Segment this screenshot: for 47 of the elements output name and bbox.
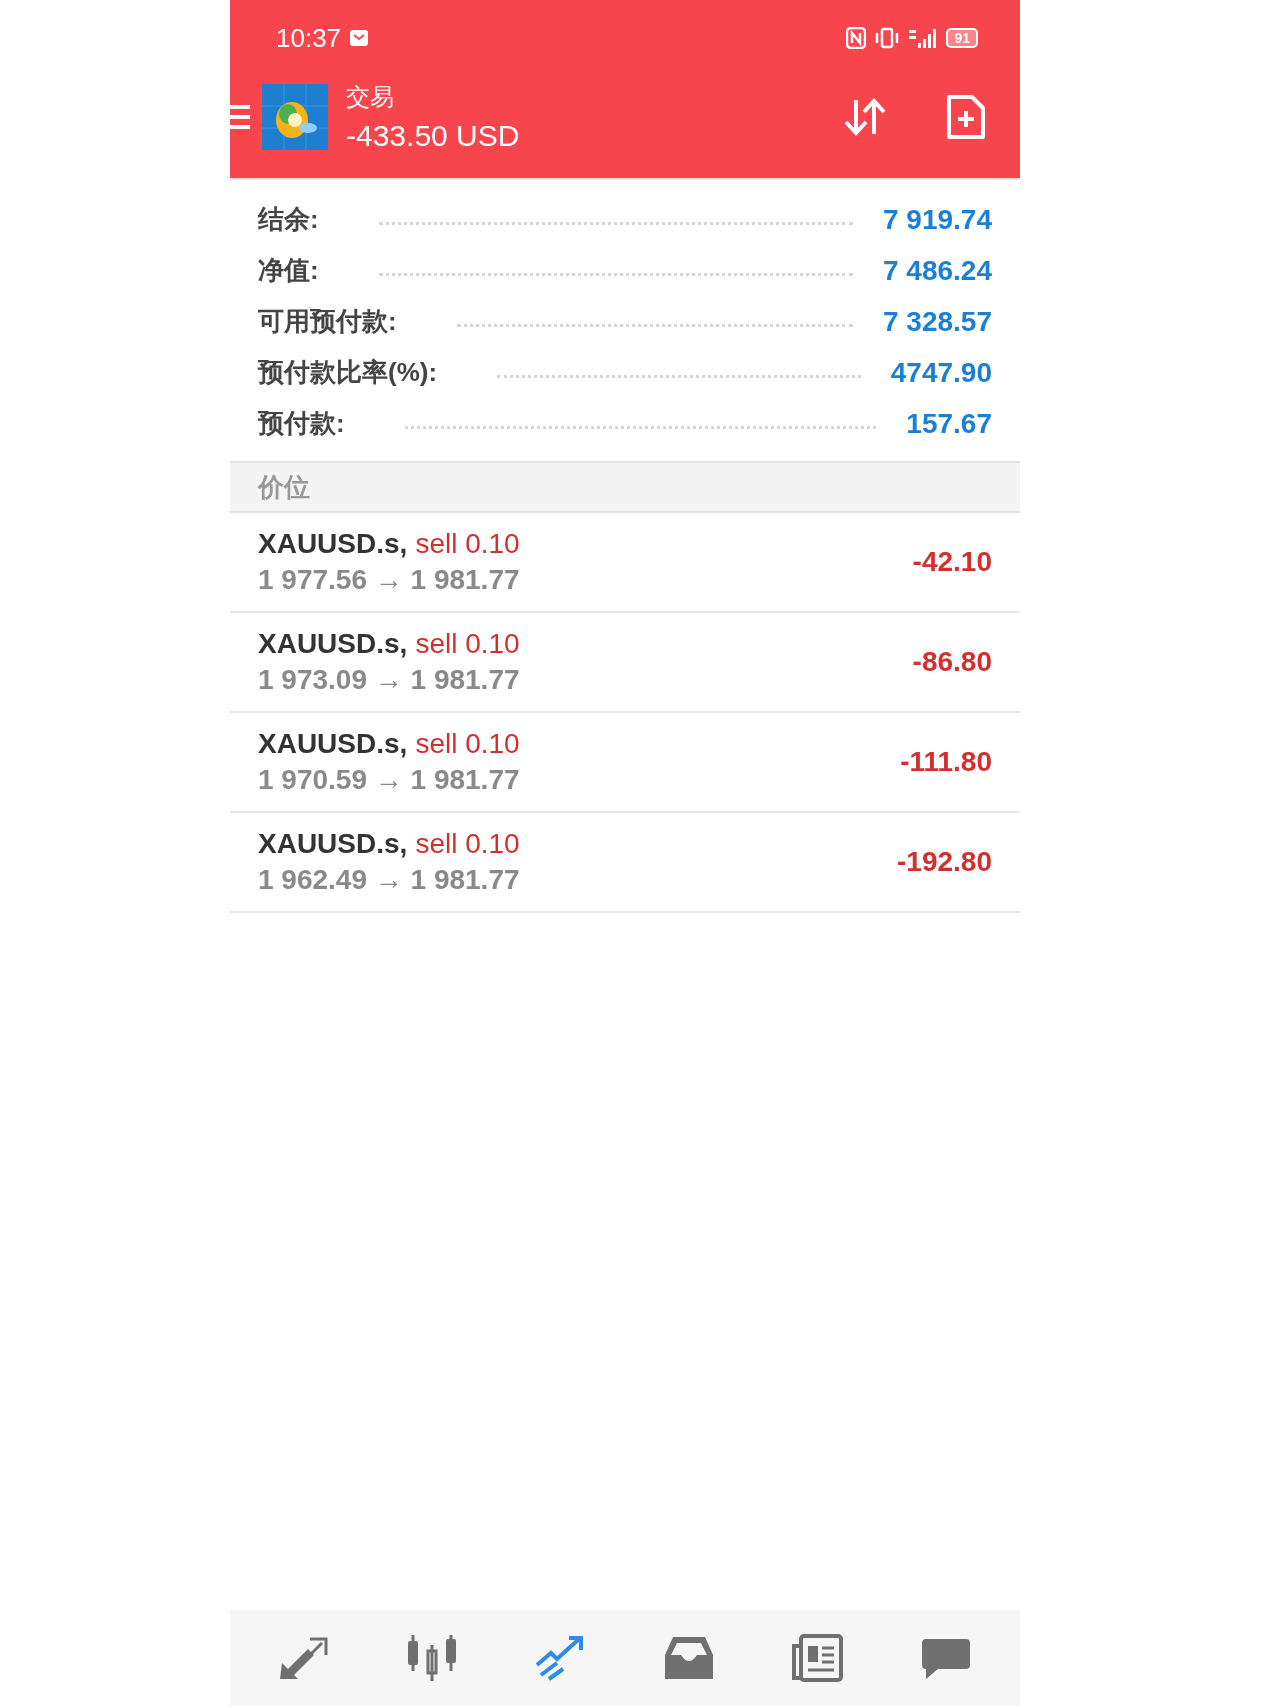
sort-icon[interactable] — [842, 96, 888, 138]
position-symbol: XAUUSD.s, — [258, 728, 408, 760]
position-profit: -42.10 — [912, 546, 992, 578]
battery-indicator: 91 — [946, 28, 978, 48]
summary-value: 157.67 — [906, 407, 992, 440]
position-order: sell 0.10 — [415, 728, 520, 760]
summary-value: 7 486.24 — [883, 254, 992, 287]
nfc-icon — [846, 27, 867, 49]
summary-label: 预付款比率(%): — [258, 356, 438, 389]
summary-label: 结余: — [258, 203, 319, 236]
position-prices: 1 962.49 → 1 981.77 — [258, 864, 521, 896]
summary-value: 4747.90 — [890, 356, 992, 389]
arrows-icon[interactable] — [278, 1635, 331, 1681]
position-prices: 1 973.09 → 1 981.77 — [258, 664, 521, 696]
summary-value: 7 328.57 — [883, 305, 992, 338]
position-profit: -86.80 — [912, 646, 992, 678]
app-logo-icon — [262, 84, 328, 150]
position-prices: 1 970.59 → 1 981.77 — [258, 764, 521, 796]
position-row[interactable]: XAUUSD.s, sell 0.10 1 977.56 → 1 981.77 -42.10 — [230, 513, 1020, 613]
position-prices: 1 977.56 → 1 981.77 — [258, 564, 521, 596]
profit-total: -433.50 USD — [346, 119, 520, 153]
new-order-icon[interactable] — [946, 94, 986, 140]
position-symbol: XAUUSD.s, — [258, 628, 408, 660]
position-symbol: XAUUSD.s, — [258, 828, 408, 860]
position-row[interactable]: XAUUSD.s, sell 0.10 1 970.59 → 1 981.77 -111.80 — [230, 713, 1020, 813]
summary-label: 净值: — [258, 254, 319, 287]
status-time: 10:37 — [276, 22, 342, 54]
position-symbol: XAUUSD.s, — [258, 528, 408, 560]
message-icon — [349, 29, 370, 47]
signal-icon — [908, 27, 939, 49]
summary-label: 可用预付款: — [258, 305, 397, 338]
section-title: 价位 — [258, 470, 310, 504]
position-row[interactable]: XAUUSD.s, sell 0.10 1 962.49 → 1 981.77 -192.80 — [230, 813, 1020, 913]
position-order: sell 0.10 — [415, 628, 520, 660]
summary-value: 7 919.74 — [883, 203, 992, 236]
position-profit: -111.80 — [900, 746, 992, 778]
inbox-icon[interactable] — [663, 1635, 716, 1681]
position-row[interactable]: XAUUSD.s, sell 0.10 1 973.09 → 1 981.77 -86.80 — [230, 613, 1020, 713]
candlestick-icon[interactable] — [406, 1633, 459, 1683]
summary-label: 预付款: — [258, 407, 345, 440]
position-order: sell 0.10 — [415, 828, 520, 860]
position-profit: -192.80 — [897, 846, 992, 878]
vibrate-icon — [874, 27, 901, 49]
position-order: sell 0.10 — [415, 528, 520, 560]
newspaper-icon[interactable] — [791, 1634, 844, 1682]
screen-title: 交易 — [346, 82, 395, 112]
menu-icon[interactable] — [230, 102, 250, 132]
